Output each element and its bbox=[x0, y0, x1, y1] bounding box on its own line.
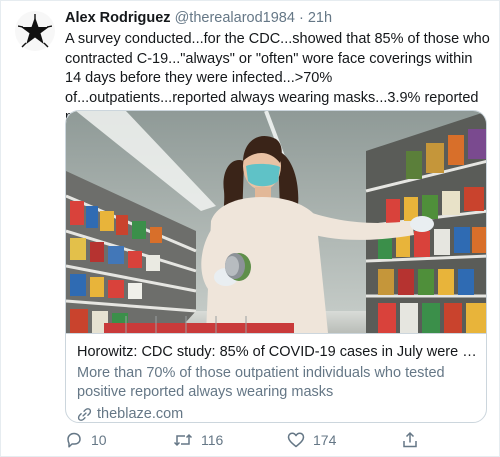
author-name[interactable]: Alex Rodriguez bbox=[65, 10, 171, 26]
link-icon bbox=[77, 407, 92, 421]
tweet-actions: 10 116 174 bbox=[65, 431, 485, 453]
author-handle[interactable]: @therealarod1984 bbox=[175, 10, 295, 26]
link-card[interactable]: Horowitz: CDC study: 85% of COVID-19 cas… bbox=[65, 110, 487, 423]
card-domain-text: theblaze.com bbox=[97, 406, 184, 422]
card-domain[interactable]: theblaze.com bbox=[77, 406, 183, 422]
reply-count: 10 bbox=[91, 432, 107, 448]
heart-icon bbox=[287, 432, 305, 448]
retweet-button[interactable]: 116 bbox=[173, 431, 223, 449]
separator-dot: · bbox=[298, 10, 304, 26]
retweet-icon bbox=[173, 433, 193, 447]
share-icon bbox=[403, 431, 417, 448]
like-button[interactable]: 174 bbox=[287, 431, 336, 449]
retweet-count: 116 bbox=[201, 432, 224, 448]
tweet-header: Alex Rodriguez @therealarod1984 · 21h bbox=[65, 10, 332, 26]
like-count: 174 bbox=[313, 432, 337, 448]
card-title[interactable]: Horowitz: CDC study: 85% of COVID-19 cas… bbox=[77, 343, 477, 362]
card-description: More than 70% of those outpatient indivi… bbox=[77, 365, 445, 400]
tweet[interactable]: Alex Rodriguez @therealarod1984 · 21h A … bbox=[0, 0, 500, 457]
share-button[interactable] bbox=[401, 431, 419, 449]
tweet-time[interactable]: 21h bbox=[308, 10, 332, 26]
reply-icon bbox=[67, 432, 81, 448]
black-star-icon bbox=[18, 14, 52, 48]
card-body: Horowitz: CDC study: 85% of COVID-19 cas… bbox=[66, 333, 486, 422]
reply-button[interactable]: 10 bbox=[65, 431, 107, 449]
avatar[interactable] bbox=[15, 11, 55, 51]
card-image bbox=[66, 111, 486, 333]
